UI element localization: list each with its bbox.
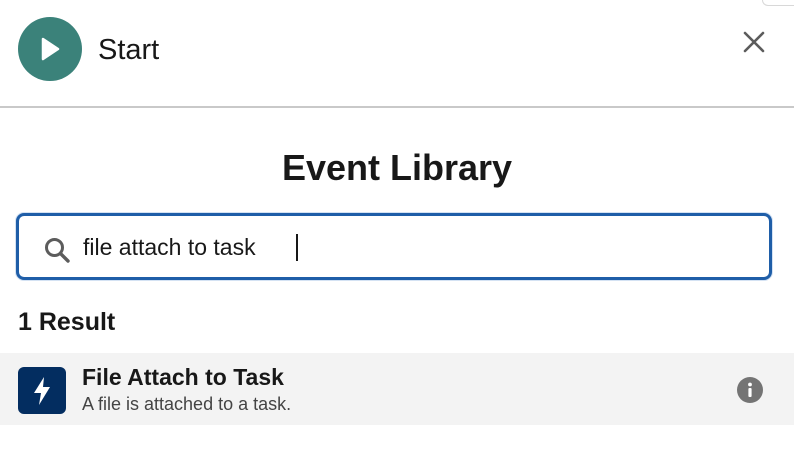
lightning-bolt-icon (34, 376, 50, 405)
text-cursor (296, 234, 298, 261)
panel-header: Start (0, 0, 794, 108)
start-icon-badge (18, 17, 82, 81)
event-icon-badge (18, 367, 66, 414)
result-name: File Attach to Task (82, 364, 284, 390)
search-field[interactable] (16, 213, 772, 280)
result-item[interactable]: File Attach to Task A file is attached t… (0, 353, 794, 425)
close-icon (743, 31, 765, 53)
info-glyph (748, 382, 752, 397)
result-description: A file is attached to a task. (82, 394, 292, 414)
close-button[interactable] (736, 24, 772, 60)
search-input[interactable] (83, 230, 743, 264)
result-count: 1 Result (18, 308, 116, 336)
page-title: Event Library (281, 147, 513, 188)
info-icon[interactable] (737, 377, 763, 403)
event-library-panel: Start Event Library 1 Result File Attach… (0, 0, 794, 460)
play-icon (41, 37, 60, 61)
panel-corner-divider (762, 0, 794, 6)
header-title: Start (98, 34, 160, 66)
search-icon (45, 238, 70, 263)
